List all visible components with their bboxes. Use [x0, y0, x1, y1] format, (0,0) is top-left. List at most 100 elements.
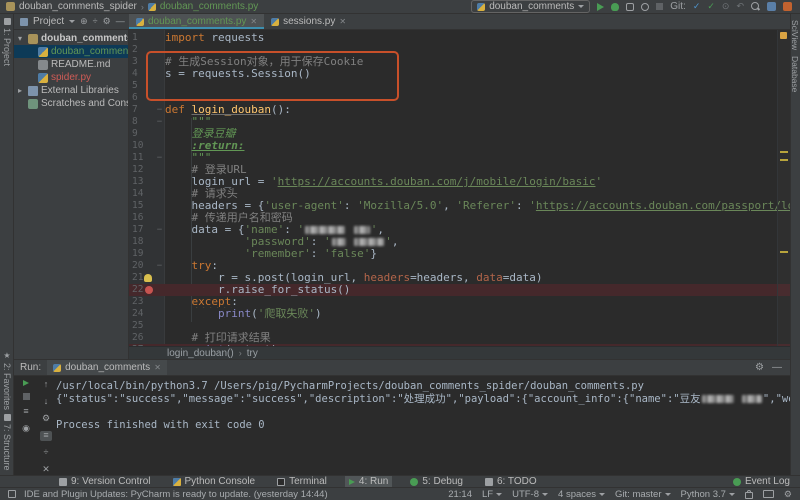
tree-item[interactable]: Scratches and Consoles — [14, 97, 128, 110]
run-configuration-select[interactable]: douban_comments — [471, 0, 591, 13]
print-button[interactable]: ÷ — [40, 448, 52, 458]
code-text[interactable]: login_url = 'https://accounts.douban.com… — [165, 176, 790, 188]
code-text[interactable]: # 打印请求结果 — [165, 332, 790, 344]
code-text[interactable]: 'password': ' ', — [165, 236, 790, 248]
event-log-button[interactable]: Event Log — [732, 476, 800, 487]
project-view-select[interactable]: Project — [33, 16, 64, 27]
toolwindow-button-terminal[interactable]: Terminal — [273, 476, 331, 487]
line-number[interactable]: 13 — [132, 176, 150, 188]
tab-douban-comments[interactable]: douban_comments.py ✕ — [129, 14, 265, 29]
stripe-structure-button[interactable]: 7: Structure — [2, 414, 12, 471]
stripe-sciview-button[interactable]: SciView — [790, 20, 800, 50]
collapse-all-button[interactable]: ÷ — [93, 17, 98, 26]
toolwindow-button-6-todo[interactable]: 6: TODO — [481, 476, 541, 487]
code-text[interactable]: r.raise_for_status() — [165, 284, 790, 296]
line-number[interactable]: 12 — [132, 164, 150, 176]
line-number[interactable]: 24 — [132, 308, 150, 320]
warning-mark[interactable] — [780, 151, 788, 153]
line-number[interactable]: 14 — [132, 188, 150, 200]
code-text[interactable]: import requests — [165, 32, 790, 44]
tool-window-switcher-icon[interactable] — [8, 490, 16, 498]
tree-item[interactable]: douban_comments.py — [14, 45, 128, 58]
pin-button[interactable]: ◉ — [20, 424, 32, 434]
close-icon[interactable]: ✕ — [154, 363, 161, 372]
down-stack-button[interactable]: ↓ — [40, 397, 52, 407]
settings-button[interactable]: ⚙ — [103, 17, 111, 26]
line-number[interactable]: 7 — [132, 104, 150, 116]
status-item-git-master[interactable]: Git: master — [615, 489, 671, 500]
vcs-commit-button[interactable]: ✓ — [707, 2, 715, 11]
plugin-icon-2[interactable] — [783, 2, 792, 11]
status-message[interactable]: IDE and Plugin Updates: PyCharm is ready… — [24, 489, 328, 500]
stripe-project-button[interactable]: 1: Project — [2, 18, 12, 66]
line-number[interactable]: 16 — [132, 212, 150, 224]
vcs-history-button[interactable]: ⊙ — [722, 2, 730, 11]
fold-marker-icon[interactable]: − — [155, 152, 164, 164]
status-item-lf[interactable]: LF — [482, 489, 503, 500]
soft-wrap-button[interactable]: ≡ — [40, 431, 52, 441]
toolwindow-button-python-console[interactable]: Python Console — [169, 476, 260, 487]
code-text[interactable]: print('爬取失败') — [165, 308, 790, 320]
code-text[interactable]: """ — [165, 152, 790, 164]
stop-button[interactable] — [22, 393, 30, 400]
code-text[interactable]: data = {'name': ' ', — [165, 224, 790, 236]
intention-bulb-icon[interactable] — [144, 274, 152, 282]
hide-panel-button[interactable]: — — [772, 362, 782, 373]
hide-panel-button[interactable]: — — [116, 17, 125, 26]
tree-item[interactable]: ▸ External Libraries — [14, 84, 128, 97]
status-item-21-14[interactable]: 21:14 — [448, 489, 472, 500]
vcs-update-button[interactable]: ✓ — [693, 2, 701, 11]
console-settings-button[interactable]: ⚙ — [40, 414, 52, 424]
profiler-button[interactable] — [641, 2, 650, 11]
close-icon[interactable]: ✕ — [250, 17, 257, 26]
run-console[interactable]: /usr/local/bin/python3.7 /Users/pig/Pych… — [56, 377, 790, 475]
screen-icon[interactable] — [762, 490, 774, 498]
warning-mark[interactable] — [780, 251, 788, 253]
tree-item[interactable]: README.md — [14, 58, 128, 71]
toolwindow-button-5-debug[interactable]: 5: Debug — [406, 476, 467, 487]
status-item-4-spaces[interactable]: 4 spaces — [558, 489, 606, 500]
code-text[interactable]: """ — [165, 116, 790, 128]
stop-button[interactable] — [656, 3, 664, 10]
line-number[interactable]: 25 — [132, 320, 150, 332]
close-icon[interactable]: ✕ — [339, 17, 346, 26]
code-editor[interactable]: 1 import requests 2 3 # 生成Session对象，用于保存Cook… — [129, 30, 790, 346]
code-text[interactable]: 登录豆瓣 — [165, 128, 790, 140]
code-text[interactable]: # 登录URL — [165, 164, 790, 176]
lock-icon[interactable] — [744, 489, 753, 499]
code-text[interactable]: def login_douban(): — [165, 104, 790, 116]
stripe-database-button[interactable]: Database — [790, 56, 800, 92]
breadcrumb-function[interactable]: login_douban() — [167, 348, 234, 359]
fold-marker-icon[interactable]: − — [155, 224, 164, 236]
tree-item[interactable]: spider.py — [14, 71, 128, 84]
run-tab[interactable]: douban_comments ✕ — [47, 360, 167, 375]
toolwindow-button-9-version-control[interactable]: 9: Version Control — [55, 476, 155, 487]
line-number[interactable]: 26 — [132, 332, 150, 344]
line-number[interactable]: 1 — [132, 32, 150, 44]
line-number[interactable]: 11 — [132, 152, 150, 164]
tab-sessions[interactable]: sessions.py ✕ — [264, 14, 353, 29]
fold-marker-icon[interactable]: − — [155, 260, 164, 272]
breakpoint-icon[interactable] — [145, 286, 153, 294]
line-number[interactable]: 19 — [132, 248, 150, 260]
up-stack-button[interactable]: ↑ — [40, 380, 52, 390]
code-text[interactable]: try: — [165, 260, 790, 272]
breadcrumb-file[interactable]: douban_comments.py — [160, 1, 258, 12]
inspection-status-icon[interactable] — [780, 32, 787, 39]
status-item-python-3-7[interactable]: Python 3.7 — [681, 489, 735, 500]
search-everywhere-button[interactable] — [751, 2, 760, 11]
line-number[interactable]: 17 — [132, 224, 150, 236]
fold-marker-icon[interactable]: − — [155, 104, 164, 116]
toolwindow-button-4-run[interactable]: 4: Run — [344, 476, 393, 487]
run-button[interactable] — [597, 2, 605, 11]
tree-arrow-icon[interactable]: ▾ — [18, 34, 25, 43]
fold-marker-icon[interactable]: − — [155, 116, 164, 128]
tree-item[interactable]: ▾ douban_comments_spider — [14, 32, 128, 45]
code-text[interactable]: r = s.post(login_url, headers=headers, d… — [165, 272, 790, 284]
line-number[interactable]: 8 — [132, 116, 150, 128]
rerun-button[interactable] — [23, 380, 29, 386]
line-number[interactable]: 15 — [132, 200, 150, 212]
breadcrumb-block[interactable]: try — [247, 348, 258, 359]
run-settings-button[interactable]: ⚙ — [755, 362, 764, 373]
project-tree[interactable]: ▾ douban_comments_spider douban_comments.p… — [14, 30, 129, 359]
